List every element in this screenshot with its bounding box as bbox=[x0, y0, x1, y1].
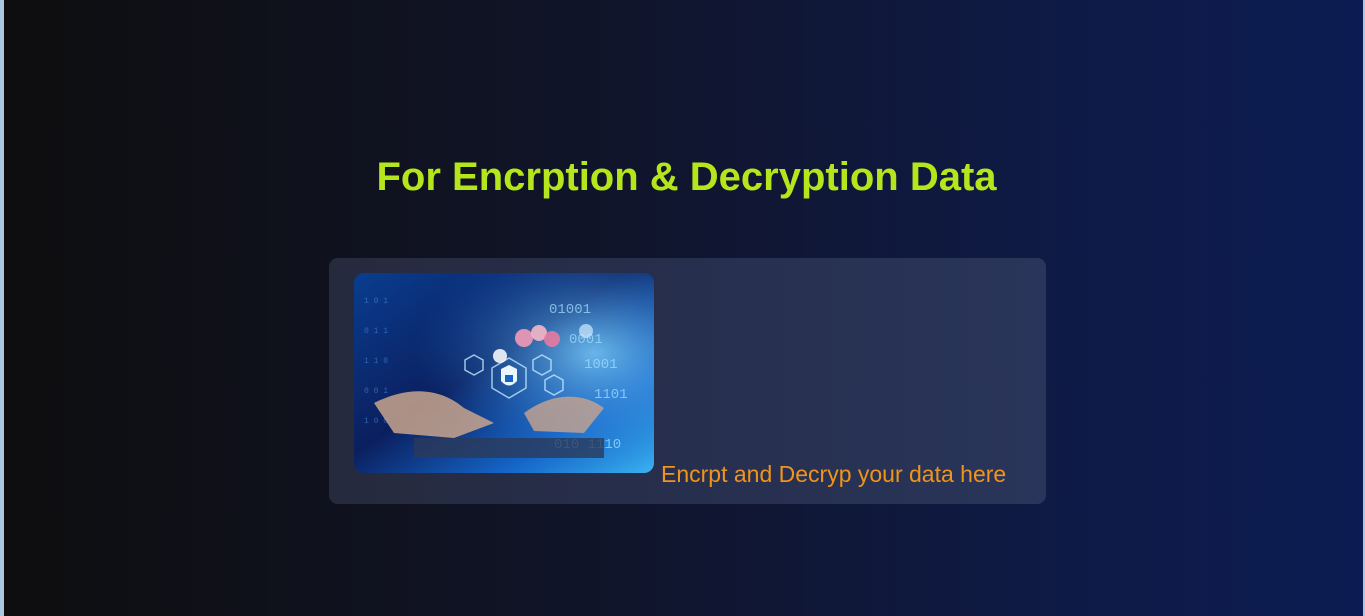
svg-text:1 0 1: 1 0 1 bbox=[364, 297, 388, 306]
svg-text:0 1 1: 0 1 1 bbox=[364, 327, 388, 336]
feature-card: 01001 0001 1001 1101 010 1110 1 0 1 0 1 … bbox=[329, 258, 1046, 504]
card-caption: Encrpt and Decryp your data here bbox=[661, 461, 1007, 487]
page-title: For Encrption & Decryption Data bbox=[376, 155, 997, 199]
svg-text:1101: 1101 bbox=[594, 387, 628, 403]
page-background: For Encrption & Decryption Data 01001 00… bbox=[4, 0, 1363, 616]
cyber-security-image: 01001 0001 1001 1101 010 1110 1 0 1 0 1 … bbox=[354, 273, 654, 473]
svg-text:01001: 01001 bbox=[549, 302, 591, 318]
svg-text:1 1 0: 1 1 0 bbox=[364, 357, 388, 366]
svg-text:0 0 1: 0 0 1 bbox=[364, 387, 388, 396]
svg-text:1001: 1001 bbox=[584, 357, 618, 373]
